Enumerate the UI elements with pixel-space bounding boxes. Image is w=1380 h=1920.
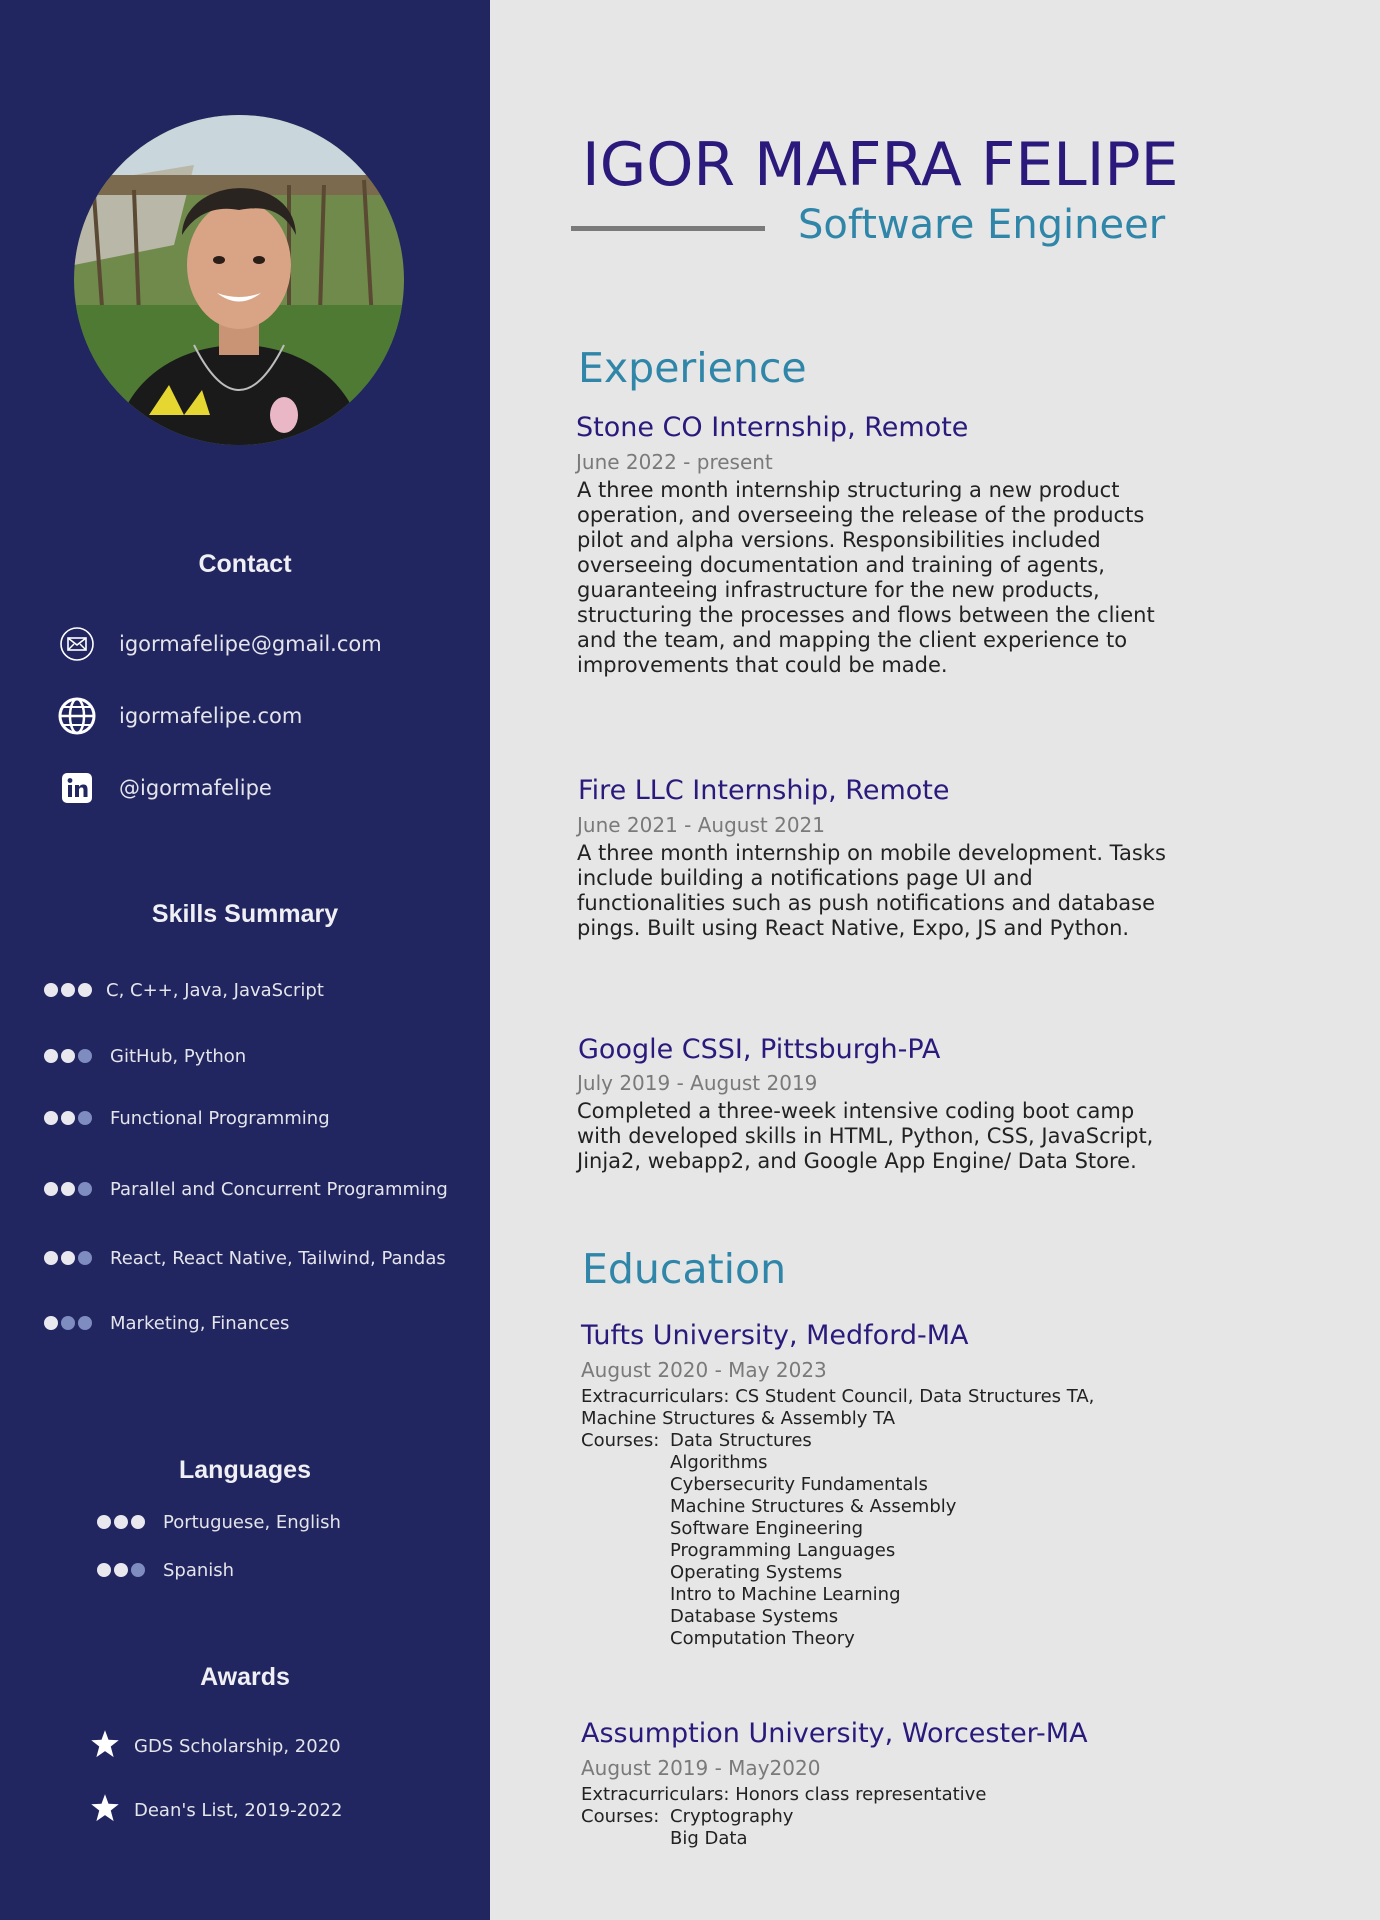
experience-heading: Experience xyxy=(578,344,807,392)
skill-item: Marketing, Finances xyxy=(44,1308,289,1338)
language-label: Spanish xyxy=(163,1559,235,1581)
course-item: Computation Theory xyxy=(670,1628,855,1649)
skill-item: C, C++, Java, JavaScript xyxy=(44,975,324,1005)
course-item: Programming Languages xyxy=(670,1540,896,1561)
skill-item: Functional Programming xyxy=(44,1103,330,1133)
job-description: A three month internship structuring a n… xyxy=(577,478,1155,677)
star-icon xyxy=(90,1793,120,1827)
courses-list: Data Structures Algorithms Cybersecurity… xyxy=(670,1430,956,1650)
skill-label: Functional Programming xyxy=(110,1107,330,1129)
award-label: Dean's List, 2019-2022 xyxy=(134,1799,343,1821)
job-description: A three month internship on mobile devel… xyxy=(577,841,1166,940)
job-title: Fire LLC Internship, Remote xyxy=(578,775,950,806)
skill-label: React, React Native, Tailwind, Pandas xyxy=(110,1247,446,1269)
sidebar: Contact igormafelipe@gmail.com igormafel… xyxy=(0,0,490,1920)
school-date: August 2019 - May2020 xyxy=(581,1756,821,1780)
skill-item: Parallel and Concurrent Programming xyxy=(44,1174,448,1204)
job-title: Stone CO Internship, Remote xyxy=(576,412,969,443)
contact-email[interactable]: igormafelipe@gmail.com xyxy=(55,622,382,666)
contact-heading: Contact xyxy=(198,550,292,578)
linkedin-icon xyxy=(55,766,99,810)
contact-website[interactable]: igormafelipe.com xyxy=(55,694,302,738)
skill-label: Parallel and Concurrent Programming xyxy=(110,1178,448,1200)
language-level-dots xyxy=(97,1563,145,1577)
skill-level-dots xyxy=(44,1111,92,1125)
school-title: Assumption University, Worcester-MA xyxy=(581,1718,1088,1749)
star-icon xyxy=(90,1729,120,1763)
course-item: Algorithms xyxy=(670,1452,768,1473)
course-item: Software Engineering xyxy=(670,1518,864,1539)
globe-icon xyxy=(55,694,99,738)
job-description: Completed a three-week intensive coding … xyxy=(577,1099,1154,1173)
course-item: Data Structures xyxy=(670,1430,812,1451)
school-date: August 2020 - May 2023 xyxy=(581,1358,827,1382)
education-heading: Education xyxy=(582,1245,787,1293)
language-level-dots xyxy=(97,1515,145,1529)
language-label: Portuguese, English xyxy=(163,1511,341,1533)
course-item: Database Systems xyxy=(670,1606,839,1627)
title-divider xyxy=(571,226,765,231)
job-date: July 2019 - August 2019 xyxy=(577,1071,818,1095)
envelope-icon xyxy=(55,622,99,666)
skill-item: React, React Native, Tailwind, Pandas xyxy=(44,1243,446,1273)
skill-item: GitHub, Python xyxy=(44,1041,246,1071)
award-label: GDS Scholarship, 2020 xyxy=(134,1735,341,1757)
courses-label: Courses: xyxy=(581,1430,660,1451)
job-title: Google CSSI, Pittsburgh-PA xyxy=(578,1034,941,1065)
skill-level-dots xyxy=(44,1049,92,1063)
skill-level-dots xyxy=(44,1182,92,1196)
course-item: Intro to Machine Learning xyxy=(670,1584,901,1605)
school-title: Tufts University, Medford-MA xyxy=(581,1320,969,1351)
job-date: June 2021 - August 2021 xyxy=(577,813,825,837)
skill-level-dots xyxy=(44,1251,92,1265)
courses-list: Cryptography Big Data xyxy=(670,1806,793,1850)
courses-label: Courses: xyxy=(581,1806,660,1827)
contact-email-text: igormafelipe@gmail.com xyxy=(119,632,382,656)
award-item: GDS Scholarship, 2020 xyxy=(90,1729,341,1763)
job-role: Software Engineer xyxy=(798,202,1166,248)
course-item: Operating Systems xyxy=(670,1562,843,1583)
language-item: Portuguese, English xyxy=(97,1507,341,1537)
contact-website-text: igormafelipe.com xyxy=(119,704,303,728)
contact-linkedin-text: @igormafelipe xyxy=(119,776,272,800)
language-item: Spanish xyxy=(97,1555,234,1585)
course-item: Cybersecurity Fundamentals xyxy=(670,1474,928,1495)
contact-linkedin[interactable]: @igormafelipe xyxy=(55,766,272,810)
course-item: Cryptography xyxy=(670,1806,794,1827)
award-item: Dean's List, 2019-2022 xyxy=(90,1793,342,1827)
job-date: June 2022 - present xyxy=(576,450,773,474)
profile-photo xyxy=(74,115,404,445)
course-item: Big Data xyxy=(670,1828,748,1849)
skill-label: Marketing, Finances xyxy=(110,1312,290,1334)
school-extracurriculars: Extracurriculars: Honors class represent… xyxy=(581,1784,987,1805)
skill-label: C, C++, Java, JavaScript xyxy=(106,979,324,1001)
skill-level-dots xyxy=(44,1316,92,1330)
skills-heading: Skills Summary xyxy=(151,900,339,928)
skill-level-dots xyxy=(44,983,92,997)
person-name: IGOR MAFRA FELIPE xyxy=(582,130,1179,200)
skill-label: GitHub, Python xyxy=(110,1045,247,1067)
awards-heading: Awards xyxy=(200,1663,290,1691)
languages-heading: Languages xyxy=(179,1456,311,1484)
school-extracurriculars: Extracurriculars: CS Student Council, Da… xyxy=(581,1386,1095,1429)
course-item: Machine Structures & Assembly xyxy=(670,1496,957,1517)
